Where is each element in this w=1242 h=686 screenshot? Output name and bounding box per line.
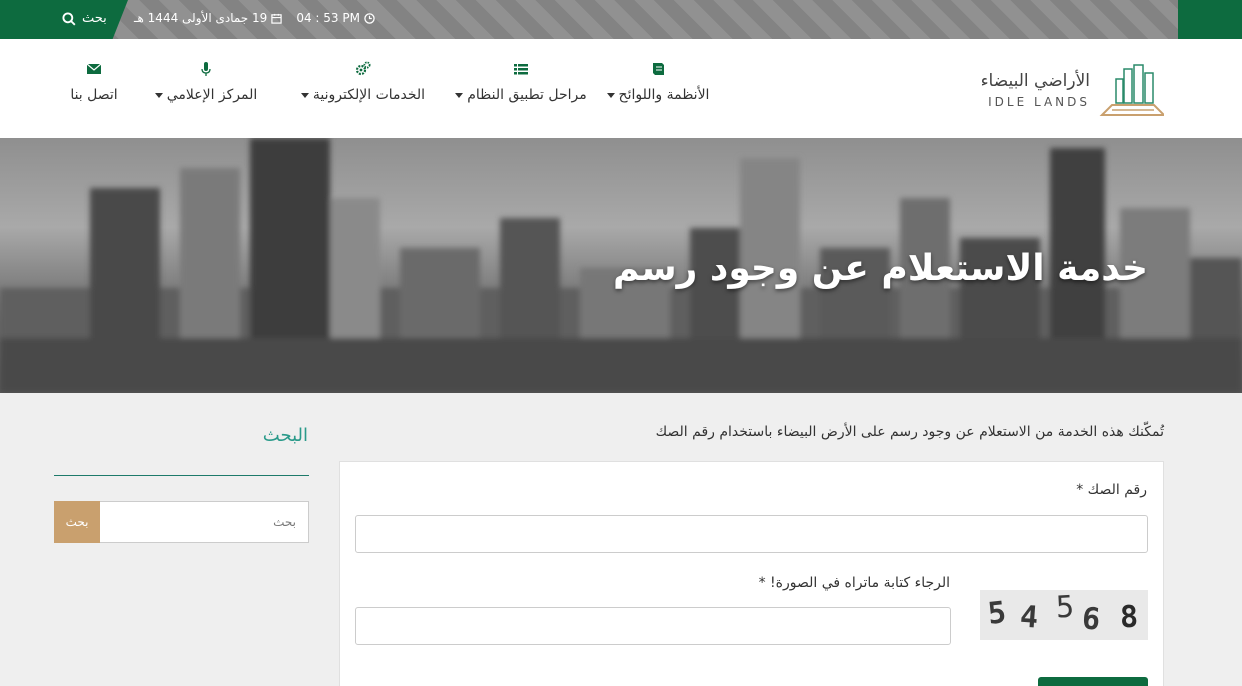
nav-label-phases: مراحل تطبيق النظام — [467, 87, 587, 103]
book-icon — [653, 63, 664, 75]
chevron-down-icon — [606, 92, 615, 98]
nav-item-media[interactable]: المركز الإعلامي — [146, 61, 266, 103]
captcha-label: الرجاء كتابة ماتراه في الصورة! * — [758, 575, 950, 591]
chevron-down-icon — [154, 92, 163, 98]
captcha-digit: 5 — [986, 595, 1008, 632]
nav-item-phases[interactable]: مراحل تطبيق النظام — [450, 61, 592, 103]
envelope-icon — [86, 63, 102, 74]
deed-number-input[interactable] — [355, 515, 1148, 553]
microphone-icon — [201, 62, 211, 76]
nav-item-eservices[interactable]: الخدمات الإلكترونية — [292, 61, 434, 103]
date-display: 19 جمادى الأولى 1444 هـ — [134, 11, 283, 25]
captcha-image[interactable]: 5 4 5 6 8 — [980, 590, 1148, 640]
top-bar: بحث 04 : 53 PM 19 جمادى الأولى 1444 هـ — [0, 0, 1242, 39]
captcha-digit: 5 — [1055, 590, 1075, 626]
date-text: 19 جمادى الأولى 1444 هـ — [134, 11, 268, 25]
main-header: الأراضي البيضاء IDLE LANDS الأنظمة واللو… — [0, 39, 1242, 138]
deed-number-label: رقم الصك * — [1076, 482, 1147, 498]
nav-label-media: المركز الإعلامي — [166, 87, 258, 103]
nav-item-contact[interactable]: اتصل بنا — [60, 61, 128, 103]
chevron-down-icon — [455, 92, 464, 98]
calendar-icon — [271, 13, 283, 24]
nav-item-regulations[interactable]: الأنظمة واللوائح — [598, 61, 718, 103]
nav-label-contact: اتصل بنا — [70, 87, 118, 103]
sidebar-search-input[interactable] — [100, 501, 309, 543]
list-icon — [514, 64, 528, 75]
clock-icon — [364, 12, 375, 24]
search-icon — [62, 11, 76, 25]
time-text: 04 : 53 PM — [296, 11, 360, 25]
sidebar-title: البحث — [262, 425, 308, 446]
hero-banner: خدمة الاستعلام عن وجود رسم — [0, 138, 1242, 393]
captcha-digit: 6 — [1080, 601, 1102, 638]
top-search-button[interactable]: بحث — [62, 11, 107, 26]
submit-button[interactable] — [1038, 677, 1148, 686]
inquiry-form — [339, 461, 1164, 686]
captcha-digit: 4 — [1018, 599, 1040, 636]
top-bar-green-right — [1178, 0, 1242, 39]
chevron-down-icon — [300, 92, 309, 98]
gears-icon — [355, 61, 371, 76]
service-intro: تُمكّنك هذه الخدمة من الاستعلام عن وجود … — [655, 424, 1164, 440]
sidebar-search-button[interactable]: بحث — [54, 501, 100, 543]
main-nav: الأنظمة واللوائح مراحل تطبيق النظام الخد… — [0, 61, 1242, 121]
nav-label-eservices: الخدمات الإلكترونية — [312, 87, 426, 103]
time-display: 04 : 53 PM — [296, 11, 375, 25]
page-title: خدمة الاستعلام عن وجود رسم — [613, 248, 1148, 289]
captcha-digit: 8 — [1119, 599, 1139, 636]
nav-label-regulations: الأنظمة واللوائح — [618, 87, 710, 103]
captcha-input[interactable] — [355, 607, 951, 645]
date-time: 04 : 53 PM 19 جمادى الأولى 1444 هـ — [134, 11, 375, 25]
top-search-label: بحث — [82, 11, 107, 26]
sidebar-search: بحث — [54, 501, 309, 543]
sidebar-divider — [54, 475, 309, 476]
